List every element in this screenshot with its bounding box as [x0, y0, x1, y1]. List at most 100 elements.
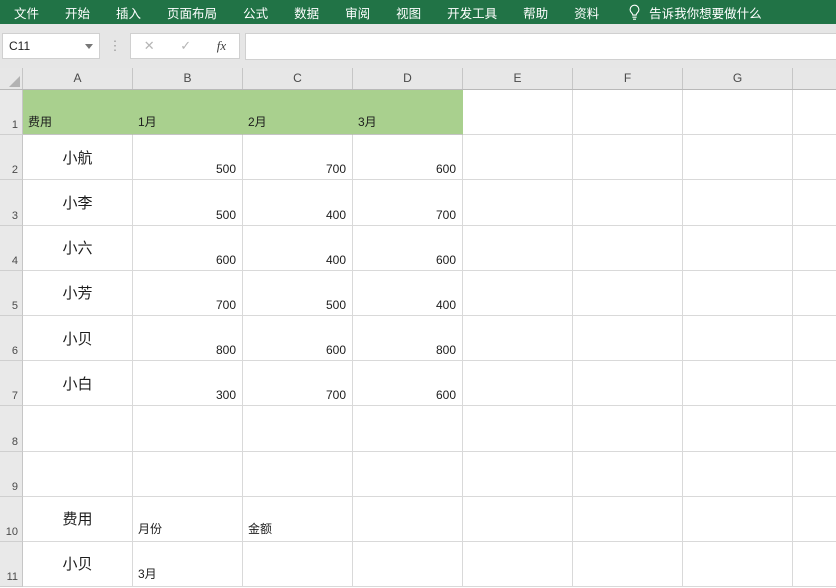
cell-H10[interactable] [793, 497, 836, 542]
cell-F9[interactable] [573, 452, 683, 497]
cell-C8[interactable] [243, 406, 353, 451]
menu-insert[interactable]: 插入 [103, 3, 154, 22]
row-header-6[interactable]: 6 [0, 316, 23, 361]
cell-D5[interactable]: 400 [353, 271, 463, 316]
cell-H6[interactable] [793, 316, 836, 361]
cell-G9[interactable] [683, 452, 793, 497]
cell-F7[interactable] [573, 361, 683, 406]
cell-C2[interactable]: 700 [243, 135, 353, 180]
cell-C3[interactable]: 400 [243, 180, 353, 225]
cell-C6[interactable]: 600 [243, 316, 353, 361]
cell-G4[interactable] [683, 226, 793, 271]
cell-G8[interactable] [683, 406, 793, 451]
column-header-E[interactable]: E [463, 68, 573, 89]
cell-C1[interactable]: 2月 [243, 90, 353, 135]
cell-F2[interactable] [573, 135, 683, 180]
cell-D4[interactable]: 600 [353, 226, 463, 271]
cell-B5[interactable]: 700 [133, 271, 243, 316]
row-header-11[interactable]: 11 [0, 542, 23, 587]
cell-E2[interactable] [463, 135, 573, 180]
cell-E5[interactable] [463, 271, 573, 316]
cell-H9[interactable] [793, 452, 836, 497]
cell-A4[interactable]: 小六 [23, 226, 133, 271]
cell-G6[interactable] [683, 316, 793, 361]
cell-B11[interactable]: 3月 [133, 542, 243, 587]
cell-E10[interactable] [463, 497, 573, 542]
cell-A6[interactable]: 小贝 [23, 316, 133, 361]
cell-E3[interactable] [463, 180, 573, 225]
cell-F11[interactable] [573, 542, 683, 587]
cell-B4[interactable]: 600 [133, 226, 243, 271]
cell-E6[interactable] [463, 316, 573, 361]
cell-E4[interactable] [463, 226, 573, 271]
menu-page-layout[interactable]: 页面布局 [154, 3, 230, 22]
column-header-D[interactable]: D [353, 68, 463, 89]
enter-icon[interactable]: ✓ [180, 38, 191, 54]
row-header-4[interactable]: 4 [0, 226, 23, 271]
cell-H1[interactable] [793, 90, 836, 135]
cell-F3[interactable] [573, 180, 683, 225]
insert-function-icon[interactable]: fx [217, 38, 226, 54]
cell-C4[interactable]: 400 [243, 226, 353, 271]
cell-G11[interactable] [683, 542, 793, 587]
cell-A9[interactable] [23, 452, 133, 497]
cell-D3[interactable]: 700 [353, 180, 463, 225]
menu-review[interactable]: 审阅 [332, 3, 383, 22]
cancel-icon[interactable]: ✕ [144, 38, 155, 54]
menu-home[interactable]: 开始 [52, 3, 103, 22]
cell-H2[interactable] [793, 135, 836, 180]
menu-view[interactable]: 视图 [383, 3, 434, 22]
cell-A10[interactable]: 费用 [23, 497, 133, 542]
cell-A3[interactable]: 小李 [23, 180, 133, 225]
menu-ziliao[interactable]: 资料 [561, 3, 612, 22]
cell-H4[interactable] [793, 226, 836, 271]
cell-A2[interactable]: 小航 [23, 135, 133, 180]
cell-G10[interactable] [683, 497, 793, 542]
cell-A5[interactable]: 小芳 [23, 271, 133, 316]
cell-H3[interactable] [793, 180, 836, 225]
cell-G2[interactable] [683, 135, 793, 180]
cell-D6[interactable]: 800 [353, 316, 463, 361]
cell-C7[interactable]: 700 [243, 361, 353, 406]
cell-G5[interactable] [683, 271, 793, 316]
cell-B3[interactable]: 500 [133, 180, 243, 225]
cell-D7[interactable]: 600 [353, 361, 463, 406]
menu-data[interactable]: 数据 [281, 3, 332, 22]
cell-E8[interactable] [463, 406, 573, 451]
select-all-corner[interactable] [0, 68, 23, 89]
cell-D9[interactable] [353, 452, 463, 497]
formula-input[interactable] [245, 33, 836, 60]
column-header-H-partial[interactable] [793, 68, 836, 89]
column-header-C[interactable]: C [243, 68, 353, 89]
cell-B8[interactable] [133, 406, 243, 451]
cell-E1[interactable] [463, 90, 573, 135]
column-header-A[interactable]: A [23, 68, 133, 89]
cell-F10[interactable] [573, 497, 683, 542]
cell-B6[interactable]: 800 [133, 316, 243, 361]
cell-E7[interactable] [463, 361, 573, 406]
resize-dots-icon[interactable]: ⋮ [100, 33, 130, 59]
column-header-B[interactable]: B [133, 68, 243, 89]
cell-A1[interactable]: 费用 [23, 90, 133, 135]
row-header-9[interactable]: 9 [0, 452, 23, 497]
cell-B9[interactable] [133, 452, 243, 497]
cell-A11[interactable]: 小贝 [23, 542, 133, 587]
cell-D8[interactable] [353, 406, 463, 451]
cell-A7[interactable]: 小白 [23, 361, 133, 406]
cell-H7[interactable] [793, 361, 836, 406]
cell-F1[interactable] [573, 90, 683, 135]
cell-C10[interactable]: 金额 [243, 497, 353, 542]
cell-F5[interactable] [573, 271, 683, 316]
cell-A8[interactable] [23, 406, 133, 451]
row-header-8[interactable]: 8 [0, 406, 23, 451]
cell-F8[interactable] [573, 406, 683, 451]
cell-B10[interactable]: 月份 [133, 497, 243, 542]
menu-formulas[interactable]: 公式 [230, 3, 281, 22]
cell-F6[interactable] [573, 316, 683, 361]
row-header-7[interactable]: 7 [0, 361, 23, 406]
row-header-1[interactable]: 1 [0, 90, 23, 135]
cell-F4[interactable] [573, 226, 683, 271]
cell-D11[interactable] [353, 542, 463, 587]
cell-C9[interactable] [243, 452, 353, 497]
cell-D2[interactable]: 600 [353, 135, 463, 180]
